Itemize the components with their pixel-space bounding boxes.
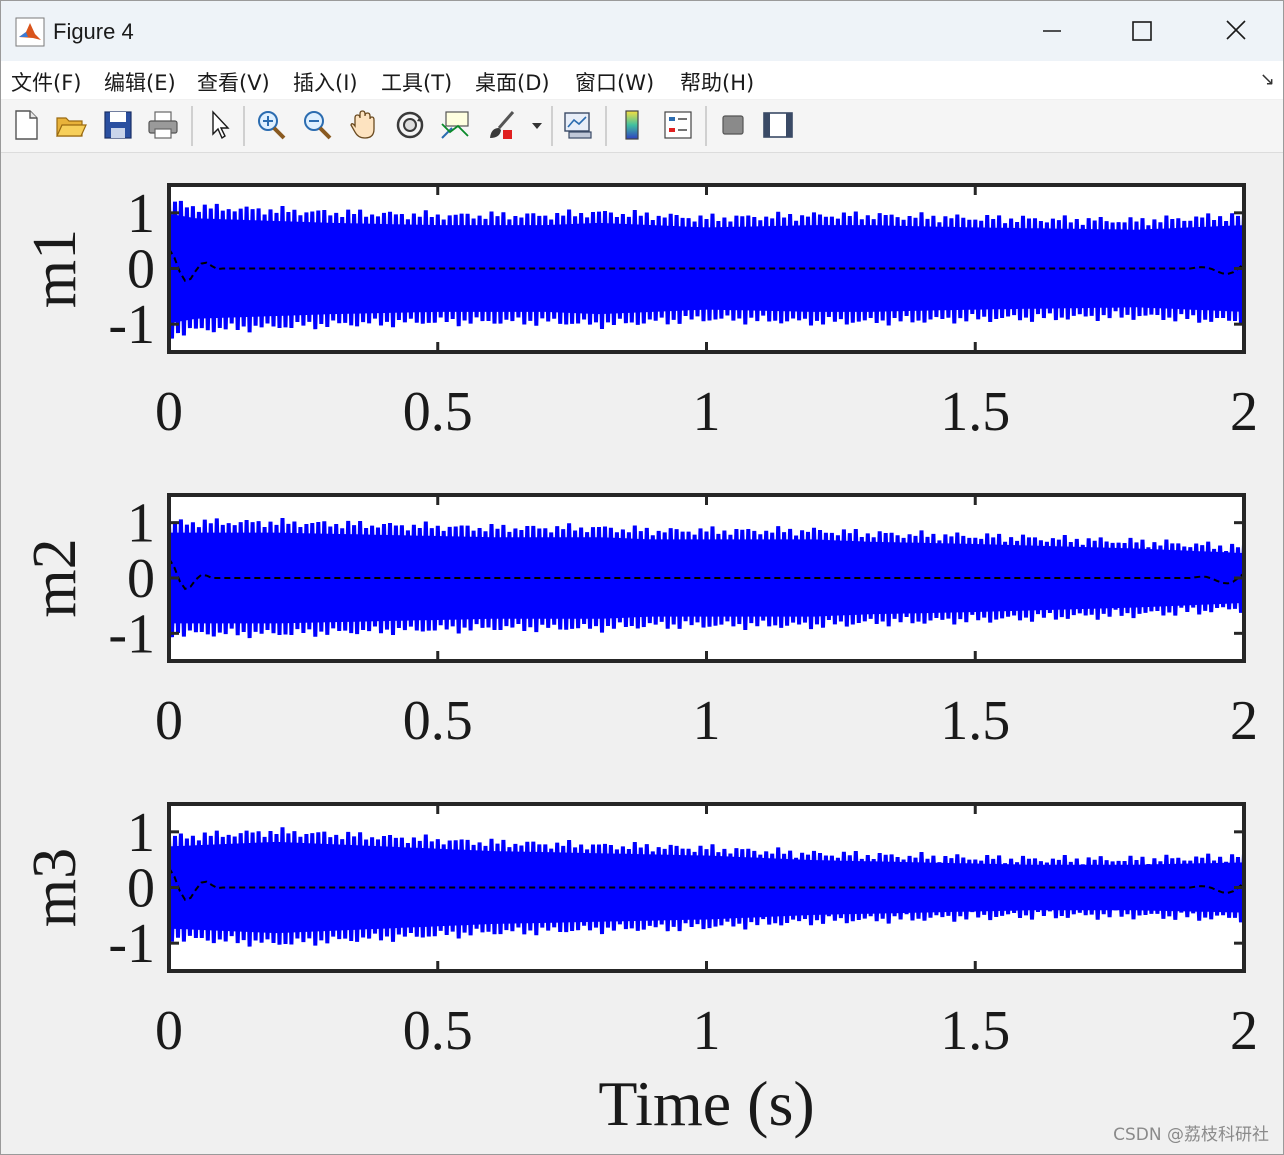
menu-desktop[interactable]: 桌面(D) — [475, 67, 550, 97]
legend-icon[interactable] — [661, 108, 695, 142]
x-axis-label: Time (s) — [598, 1068, 814, 1139]
x-tick-label: 0 — [155, 381, 183, 443]
x-tick-label: 2 — [1230, 690, 1258, 752]
brush-icon[interactable] — [485, 108, 519, 142]
menu-insert[interactable]: 插入(I) — [293, 67, 358, 97]
pan-hand-icon[interactable] — [347, 108, 381, 142]
zoom-in-icon[interactable] — [254, 108, 288, 142]
x-tick-label: 2 — [1230, 1000, 1258, 1062]
x-tick-label: 1 — [693, 381, 721, 443]
link-plot-icon[interactable] — [561, 108, 595, 142]
toolbar-separator — [605, 106, 607, 146]
y-tick-label: 0 — [127, 858, 155, 920]
figure-canvas[interactable]: 0 0.5 1 1.5 2 1 0 -1 m1 0 0.5 1 1.5 2 1 0 -1 m2 0 0.5 1 1.5 2 1… — [1, 153, 1283, 1153]
menu-view[interactable]: 查看(V) — [197, 67, 270, 97]
y-axis-label-m3: m3 — [21, 848, 89, 927]
x-tick-label: 0.5 — [403, 1000, 473, 1062]
menu-tools[interactable]: 工具(T) — [381, 67, 452, 97]
print-icon[interactable] — [146, 108, 180, 142]
x-tick-label: 0.5 — [403, 690, 473, 752]
open-file-icon[interactable] — [54, 108, 88, 142]
toolbar-separator — [551, 106, 553, 146]
rotate-3d-icon[interactable] — [393, 108, 427, 142]
menu-help[interactable]: 帮助(H) — [680, 67, 754, 97]
toolbar-separator — [191, 106, 193, 146]
minimize-icon[interactable] — [1029, 9, 1075, 53]
window-title: Figure 4 — [53, 19, 134, 44]
dock-figure-icon[interactable]: ↘ — [1260, 69, 1275, 90]
toolbar-separator — [705, 106, 707, 146]
y-tick-label: 1 — [127, 493, 155, 555]
x-tick-label: 1.5 — [940, 690, 1010, 752]
x-tick-label: 0 — [155, 1000, 183, 1062]
y-axis-label-m1: m1 — [21, 229, 89, 308]
y-tick-label: -1 — [108, 913, 155, 975]
y-tick-label: 0 — [127, 239, 155, 301]
show-plot-tools-icon[interactable] — [761, 108, 795, 142]
figure-toolbar — [1, 100, 1283, 153]
y-tick-label: 0 — [127, 548, 155, 610]
close-icon[interactable] — [1213, 9, 1259, 53]
y-axis-label-m2: m2 — [21, 538, 89, 617]
y-tick-label: 1 — [127, 183, 155, 245]
maximize-icon[interactable] — [1119, 9, 1165, 53]
pointer-icon[interactable] — [203, 108, 237, 142]
toolbar-separator — [243, 106, 245, 146]
save-icon[interactable] — [101, 108, 135, 142]
x-tick-label: 1 — [693, 1000, 721, 1062]
menu-bar: 文件(F) 编辑(E) 查看(V) 插入(I) 工具(T) 桌面(D) 窗口(W… — [1, 61, 1283, 99]
plot-area[interactable]: 0 0.5 1 1.5 210-1m10 0.5 1 1.5 210-1m20 0.5 1 1.5 21… — [1, 153, 1283, 1153]
zoom-out-icon[interactable] — [300, 108, 334, 142]
title-bar[interactable]: Figure 4 — [1, 1, 1283, 61]
x-tick-label: 1.5 — [940, 381, 1010, 443]
data-cursor-icon[interactable] — [438, 108, 472, 142]
x-tick-label: 0 — [155, 690, 183, 752]
matlab-logo-icon — [15, 17, 45, 47]
x-tick-label: 1.5 — [940, 1000, 1010, 1062]
x-tick-label: 1 — [693, 690, 721, 752]
y-tick-label: -1 — [108, 294, 155, 356]
menu-file[interactable]: 文件(F) — [11, 67, 81, 97]
y-tick-label: -1 — [108, 603, 155, 665]
y-tick-label: 1 — [127, 802, 155, 864]
watermark-text: CSDN @荔枝科研社 — [1113, 1125, 1269, 1145]
new-figure-icon[interactable] — [9, 108, 43, 142]
brush-dropdown-icon[interactable] — [527, 108, 547, 142]
colorbar-icon[interactable] — [615, 108, 649, 142]
x-tick-label: 2 — [1230, 381, 1258, 443]
x-tick-label: 0.5 — [403, 381, 473, 443]
hide-plot-tools-icon[interactable] — [716, 108, 750, 142]
menu-window[interactable]: 窗口(W) — [575, 67, 654, 97]
figure-window: Figure 4 文件(F) 编辑(E) 查看(V) 插入(I) 工具(T) 桌… — [0, 0, 1284, 1155]
menu-edit[interactable]: 编辑(E) — [104, 67, 176, 97]
